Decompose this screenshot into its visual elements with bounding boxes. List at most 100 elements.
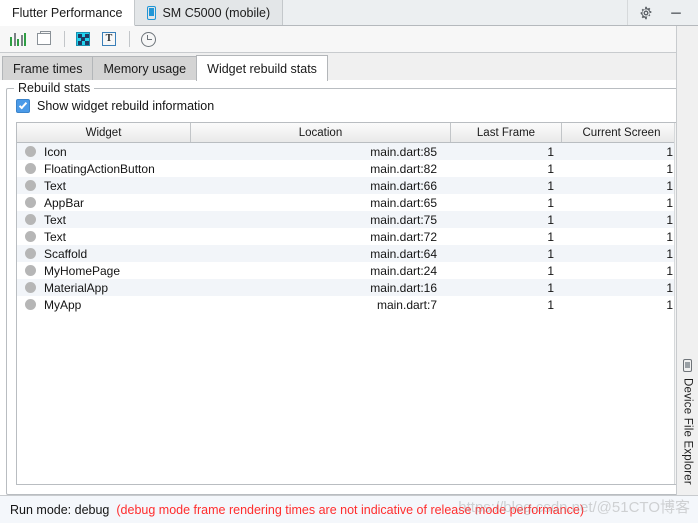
toolbar-separator-1 — [64, 31, 65, 47]
rebuild-indicator-icon — [25, 282, 36, 293]
cell-location: main.dart:64 — [370, 246, 437, 261]
tab-memory-usage[interactable]: Memory usage — [92, 56, 198, 80]
cell-location: main.dart:65 — [370, 195, 437, 210]
bar-chart-icon[interactable] — [6, 28, 30, 50]
tab-widget-rebuild-stats[interactable]: Widget rebuild stats — [196, 55, 328, 81]
cell-widget-label: AppBar — [44, 195, 85, 210]
window-tab-device[interactable]: SM C5000 (mobile) — [135, 0, 284, 25]
window-tabbar-spacer — [283, 0, 627, 25]
cell-widget: Text — [17, 230, 191, 244]
table-row[interactable]: FloatingActionButton main.dart:82 1 1 — [17, 160, 681, 177]
table-row[interactable]: MyApp main.dart:7 1 1 — [17, 296, 681, 313]
table-row[interactable]: MaterialApp main.dart:16 1 1 — [17, 279, 681, 296]
cell-current-screen: 1 — [666, 280, 673, 295]
cell-current-screen: 1 — [666, 246, 673, 261]
cell-widget: Text — [17, 213, 191, 227]
cell-widget: MyHomePage — [17, 264, 191, 278]
cell-current-screen: 1 — [666, 178, 673, 193]
column-header-current-screen[interactable]: Current Screen — [562, 123, 681, 142]
toolbar-separator-2 — [129, 31, 130, 47]
cell-widget: Text — [17, 179, 191, 193]
cell-widget-label: Icon — [44, 144, 67, 159]
gear-icon[interactable] — [638, 5, 654, 21]
cell-widget: FloatingActionButton — [17, 162, 191, 176]
rebuild-indicator-icon — [25, 197, 36, 208]
window-tab-flutter-performance[interactable]: Flutter Performance — [0, 0, 136, 26]
cell-location: main.dart:72 — [370, 229, 437, 244]
text-t-glyph: T — [102, 32, 116, 46]
table-row[interactable]: Text main.dart:66 1 1 — [17, 177, 681, 194]
cell-last-frame: 1 — [547, 178, 554, 193]
cell-widget-label: Text — [44, 212, 67, 227]
text-t-icon[interactable]: T — [97, 28, 121, 50]
cell-last-frame: 1 — [547, 195, 554, 210]
rebuild-stats-table: Widget Location Last Frame Current Scree… — [16, 122, 682, 485]
rebuild-indicator-icon — [25, 265, 36, 276]
table-row[interactable]: Text main.dart:72 1 1 — [17, 228, 681, 245]
tab-frame-times[interactable]: Frame times — [2, 56, 94, 80]
cell-location: main.dart:75 — [370, 212, 437, 227]
show-rebuild-info-checkbox-row[interactable]: Show widget rebuild information — [16, 99, 682, 113]
cell-last-frame: 1 — [547, 280, 554, 295]
rebuild-indicator-icon — [25, 180, 36, 191]
tab-label: Widget rebuild stats — [207, 61, 317, 76]
run-mode-note: (debug mode frame rendering times are no… — [116, 502, 584, 517]
table-row[interactable]: MyHomePage main.dart:24 1 1 — [17, 262, 681, 279]
table-header: Widget Location Last Frame Current Scree… — [17, 123, 681, 143]
window-icon[interactable] — [32, 28, 56, 50]
window-tabbar: Flutter Performance SM C5000 (mobile) — [0, 0, 698, 26]
cell-last-frame: 1 — [547, 229, 554, 244]
cell-last-frame: 1 — [547, 246, 554, 261]
cell-widget: MaterialApp — [17, 281, 191, 295]
cell-widget-label: MyHomePage — [44, 263, 121, 278]
cell-location: main.dart:66 — [370, 178, 437, 193]
stats-tabbar: Frame times Memory usage Widget rebuild … — [0, 53, 698, 81]
rebuild-indicator-icon — [25, 231, 36, 242]
table-row[interactable]: AppBar main.dart:65 1 1 — [17, 194, 681, 211]
cell-current-screen: 1 — [666, 212, 673, 227]
cell-last-frame: 1 — [547, 144, 554, 159]
cell-widget-label: Text — [44, 178, 67, 193]
column-header-location[interactable]: Location — [191, 123, 451, 142]
cell-current-screen: 1 — [666, 144, 673, 159]
cell-location: main.dart:24 — [370, 263, 437, 278]
show-rebuild-info-label: Show widget rebuild information — [37, 99, 215, 113]
tab-label: Frame times — [13, 61, 83, 76]
cell-current-screen: 1 — [666, 195, 673, 210]
cell-widget-label: Text — [44, 229, 67, 244]
rebuild-indicator-icon — [25, 163, 36, 174]
rebuild-indicator-icon — [25, 248, 36, 259]
tool-button-device-file-explorer[interactable]: Device File Explorer — [682, 359, 694, 491]
window-glyph — [37, 31, 51, 45]
tab-label: Memory usage — [103, 61, 187, 76]
table-row[interactable]: Text main.dart:75 1 1 — [17, 211, 681, 228]
groupbox-title: Rebuild stats — [14, 81, 95, 95]
phone-icon — [683, 359, 692, 373]
cell-widget: Icon — [17, 145, 191, 159]
grid-color-icon[interactable] — [71, 28, 95, 50]
cell-widget-label: MyApp — [44, 297, 82, 312]
grid-color-glyph — [76, 32, 90, 46]
bar-chart-glyph — [10, 32, 26, 46]
table-body: Icon main.dart:85 1 1 FloatingActionButton ma… — [17, 143, 681, 484]
cell-last-frame: 1 — [547, 212, 554, 227]
tool-button-label: Device File Explorer — [681, 378, 694, 485]
show-rebuild-info-checkbox[interactable] — [16, 99, 30, 113]
cell-location: main.dart:16 — [370, 280, 437, 295]
main-content: Rebuild stats Show widget rebuild inform… — [0, 80, 698, 495]
cell-location: main.dart:7 — [376, 297, 437, 312]
cell-current-screen: 1 — [666, 297, 673, 312]
run-mode-label: Run mode: debug — [10, 502, 110, 517]
cell-current-screen: 1 — [666, 229, 673, 244]
cell-location: main.dart:85 — [370, 144, 437, 159]
column-header-last-frame[interactable]: Last Frame — [451, 123, 562, 142]
table-row[interactable]: Icon main.dart:85 1 1 — [17, 143, 681, 160]
column-header-widget[interactable]: Widget — [17, 123, 191, 142]
cell-current-screen: 1 — [666, 263, 673, 278]
phone-icon — [147, 5, 157, 20]
table-row[interactable]: Scaffold main.dart:64 1 1 — [17, 245, 681, 262]
minimize-icon[interactable] — [668, 5, 684, 21]
cell-last-frame: 1 — [547, 263, 554, 278]
rebuild-indicator-icon — [25, 146, 36, 157]
clock-icon[interactable] — [136, 28, 160, 50]
